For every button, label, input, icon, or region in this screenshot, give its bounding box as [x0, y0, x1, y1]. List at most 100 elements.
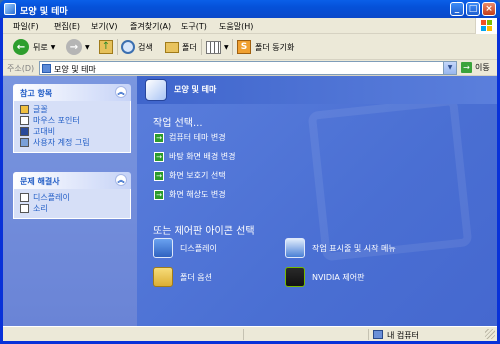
menu-view[interactable]: 보기(V)	[91, 21, 117, 32]
category-header: 모양 및 테마	[137, 76, 497, 104]
see-also-panel: 참고 항목 ︽ 글꼴 마우스 포인터 고대비 사용자 계정 그림	[13, 84, 131, 153]
task-change-resolution[interactable]: → 화면 해상도 변경	[154, 189, 226, 200]
see-also-header[interactable]: 참고 항목 ︽	[13, 84, 131, 101]
views-dropdown-icon[interactable]: ▼	[224, 44, 229, 51]
status-zone: 내 컴퓨터	[387, 331, 419, 340]
applet-label: 작업 표시줄 및 시작 메뉴	[312, 243, 396, 253]
folder-sync-button[interactable]: S 폴더 동기화	[237, 38, 294, 56]
high-contrast-icon	[20, 127, 29, 136]
toolbar-separator	[117, 39, 118, 55]
maximize-button[interactable]: □	[466, 2, 480, 16]
search-icon	[121, 40, 135, 54]
status-bar: 내 컴퓨터	[3, 326, 497, 341]
task-change-background[interactable]: → 바탕 화면 배경 변경	[154, 151, 236, 162]
forward-button[interactable]: → ▼	[66, 38, 90, 56]
sidebar-item-fonts[interactable]: 글꼴	[20, 104, 130, 115]
task-arrow-icon: →	[154, 189, 164, 200]
resize-grip[interactable]	[485, 329, 495, 339]
control-panel-icon	[4, 3, 16, 15]
task-label: 컴퓨터 테마 변경	[169, 133, 226, 142]
user-account-icon	[20, 138, 29, 147]
sidebar-item-user-picture[interactable]: 사용자 계정 그림	[20, 137, 130, 148]
title-bar[interactable]: 모양 및 테마 _ □ ×	[0, 0, 500, 18]
nvidia-icon	[285, 267, 305, 287]
go-button[interactable]: → 이동	[461, 62, 490, 73]
search-label: 검색	[138, 42, 153, 52]
folders-button[interactable]: 폴더	[165, 38, 197, 56]
menu-edit[interactable]: 편집(E)	[54, 21, 80, 32]
search-button[interactable]: 검색	[121, 38, 153, 56]
explorer-body: 참고 항목 ︽ 글꼴 마우스 포인터 고대비 사용자 계정 그림 문제 해결사 …	[3, 76, 497, 326]
address-bar: 주소(D) 모양 및 테마 ▼ → 이동	[3, 60, 497, 76]
menu-help[interactable]: 도움말(H)	[219, 21, 253, 32]
up-button[interactable]: ↑	[99, 38, 113, 56]
sidebar-item-high-contrast[interactable]: 고대비	[20, 126, 130, 137]
back-arrow-icon: ←	[13, 39, 29, 55]
task-choose-screensaver[interactable]: → 화면 보호기 선택	[154, 170, 226, 181]
watermark-icon	[307, 96, 473, 262]
applet-label: NVIDIA 제어판	[312, 272, 365, 282]
go-arrow-icon: →	[461, 62, 472, 73]
display-icon	[153, 238, 173, 258]
back-button[interactable]: ← 뒤로 ▼	[13, 38, 55, 56]
back-dropdown-icon[interactable]: ▼	[51, 44, 56, 51]
task-label: 화면 보호기 선택	[169, 171, 226, 180]
sidebar-item-label: 사용자 계정 그림	[33, 138, 90, 147]
folder-options-icon	[153, 267, 173, 287]
taskbar-start-menu-applet[interactable]: 작업 표시줄 및 시작 메뉴	[285, 238, 396, 258]
forward-arrow-icon: →	[66, 39, 82, 55]
troubleshooter-title: 문제 해결사	[20, 177, 60, 186]
collapse-chevron-icon[interactable]: ︽	[115, 86, 127, 98]
address-input[interactable]: 모양 및 테마 ▼	[39, 61, 457, 75]
applet-label: 디스플레이	[180, 243, 217, 253]
address-dropdown-icon[interactable]: ▼	[443, 62, 456, 74]
folder-options-applet[interactable]: 폴더 옵션	[153, 267, 212, 287]
menu-file[interactable]: 파일(F)	[13, 21, 39, 32]
folders-label: 폴더	[182, 42, 197, 52]
troubleshooter-panel: 문제 해결사 ︽ 디스플레이 소리	[13, 172, 131, 219]
sidebar-item-label: 마우스 포인터	[33, 116, 80, 125]
collapse-chevron-icon[interactable]: ︽	[115, 174, 127, 186]
back-label: 뒤로	[33, 42, 48, 52]
views-icon	[206, 40, 221, 54]
sidebar-item-label: 고대비	[33, 127, 56, 136]
control-panel-icon	[42, 64, 51, 73]
troubleshooter-header[interactable]: 문제 해결사 ︽	[13, 172, 131, 189]
appearance-themes-icon	[145, 79, 167, 101]
menu-tools[interactable]: 도구(T)	[181, 21, 207, 32]
task-label: 화면 해상도 변경	[169, 190, 226, 199]
folder-up-icon: ↑	[99, 40, 113, 54]
address-value: 모양 및 테마	[54, 65, 96, 74]
close-button[interactable]: ×	[482, 2, 496, 16]
sidebar-item-sound[interactable]: 소리	[20, 203, 130, 214]
see-also-body: 글꼴 마우스 포인터 고대비 사용자 계정 그림	[13, 101, 131, 153]
task-arrow-icon: →	[154, 151, 164, 162]
display-applet[interactable]: 디스플레이	[153, 238, 217, 258]
forward-dropdown-icon[interactable]: ▼	[85, 44, 90, 51]
status-divider	[368, 329, 369, 340]
sync-icon: S	[237, 40, 251, 54]
nvidia-control-panel-applet[interactable]: NVIDIA 제어판	[285, 267, 364, 287]
minimize-button[interactable]: _	[450, 2, 464, 16]
mouse-pointer-icon	[20, 116, 29, 125]
task-arrow-icon: →	[154, 132, 164, 143]
task-change-theme[interactable]: → 컴퓨터 테마 변경	[154, 132, 226, 143]
menu-favorites[interactable]: 즐겨찾기(A)	[130, 21, 171, 32]
pick-task-heading: 작업 선택...	[153, 118, 203, 129]
window-title: 모양 및 테마	[20, 7, 68, 17]
task-label: 바탕 화면 배경 변경	[169, 152, 236, 161]
address-label: 주소(D)	[7, 64, 35, 73]
applet-label: 폴더 옵션	[180, 272, 212, 282]
sidebar-item-mouse-pointers[interactable]: 마우스 포인터	[20, 115, 130, 126]
go-label: 이동	[475, 63, 490, 72]
category-content: 모양 및 테마 작업 선택... → 컴퓨터 테마 변경 → 바탕 화면 배경 …	[137, 76, 497, 326]
sidebar-item-label: 글꼴	[33, 105, 48, 114]
folder-sync-label: 폴더 동기화	[255, 42, 295, 52]
fonts-folder-icon	[20, 105, 29, 114]
help-icon	[20, 193, 29, 202]
see-also-title: 참고 항목	[20, 89, 53, 98]
folder-icon	[165, 41, 179, 53]
task-pane: 참고 항목 ︽ 글꼴 마우스 포인터 고대비 사용자 계정 그림 문제 해결사 …	[3, 76, 137, 326]
sidebar-item-display[interactable]: 디스플레이	[20, 192, 130, 203]
views-button[interactable]: ▼	[206, 38, 229, 56]
